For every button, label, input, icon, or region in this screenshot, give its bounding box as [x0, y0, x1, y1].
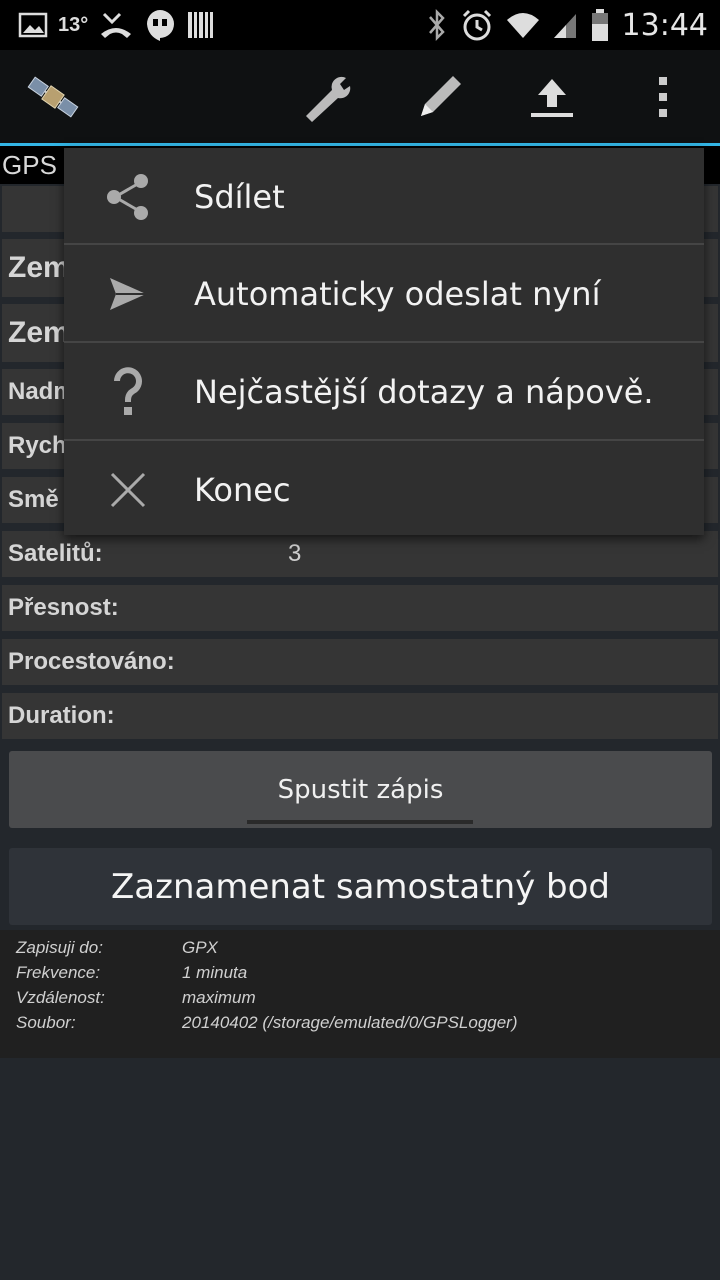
menu-item-faq[interactable]: Nejčastější dotazy a nápově.: [64, 343, 704, 440]
info-key: Frekvence:: [16, 963, 101, 982]
row-label: Rych: [8, 432, 67, 459]
row-label: Smě: [8, 486, 59, 513]
pencil-icon[interactable]: [405, 50, 475, 143]
start-logging-label: Spustit zápis: [277, 774, 444, 805]
barcode-icon: [186, 10, 214, 40]
row-label: Přesnost:: [8, 594, 119, 621]
overflow-menu-icon[interactable]: [630, 50, 696, 143]
menu-item-share[interactable]: Sdílet: [64, 148, 704, 245]
info-value: maximum: [182, 988, 256, 1007]
wrench-icon[interactable]: [292, 50, 362, 143]
status-bar: 13° 13:44: [0, 0, 720, 50]
menu-item-auto-send[interactable]: Automaticky odeslat nyní: [64, 245, 704, 342]
logging-info-panel: Zapisuji do: GPX Frekvence: 1 minuta Vzd…: [0, 930, 720, 1058]
row-label: Satelitů:: [8, 540, 103, 567]
info-value: 1 minuta: [182, 963, 248, 982]
row-value: 3: [288, 540, 302, 567]
action-bar: [0, 50, 720, 146]
bluetooth-icon: [426, 8, 448, 42]
send-icon: [100, 245, 156, 342]
share-icon: [100, 148, 156, 245]
close-icon: [100, 441, 156, 538]
battery-icon: [590, 8, 610, 42]
hangouts-icon: [144, 8, 176, 42]
menu-item-label: Automaticky odeslat nyní: [194, 274, 601, 313]
log-single-point-button[interactable]: Zaznamenat samostatný bod: [9, 848, 712, 925]
temperature-text: 13°: [58, 13, 89, 36]
accuracy-row: Přesnost:: [2, 585, 718, 631]
info-key: Vzdálenost:: [16, 988, 105, 1007]
help-icon: [100, 343, 156, 440]
row-label: Zem: [8, 316, 70, 349]
image-icon: [18, 12, 48, 38]
distance-row: Procestováno:: [2, 639, 718, 685]
upload-icon[interactable]: [517, 50, 587, 143]
overflow-menu: Sdílet Automaticky odeslat nyní Nejčastě…: [64, 148, 704, 535]
menu-item-label: Konec: [194, 470, 291, 509]
menu-item-label: Nejčastější dotazy a nápově.: [194, 372, 654, 411]
menu-item-label: Sdílet: [194, 177, 285, 216]
toggle-indicator: [247, 820, 473, 824]
info-key: Zapisuji do:: [16, 938, 103, 957]
missed-call-icon: [98, 10, 134, 40]
alarm-icon: [460, 8, 494, 42]
duration-row: Duration:: [2, 693, 718, 739]
info-key: Soubor:: [16, 1013, 76, 1032]
info-value: 20140402 (/storage/emulated/0/GPSLogger): [182, 1013, 518, 1032]
row-label: Procestováno:: [8, 648, 175, 675]
start-logging-button[interactable]: Spustit zápis: [9, 751, 712, 828]
signal-icon: [552, 10, 578, 40]
satellite-icon[interactable]: [18, 50, 88, 143]
row-label: Duration:: [8, 702, 115, 729]
clock-text: 13:44: [621, 7, 708, 43]
row-label: Zem: [8, 251, 70, 284]
info-value: GPX: [182, 938, 218, 957]
wifi-icon: [506, 10, 540, 40]
menu-item-exit[interactable]: Konec: [64, 441, 704, 538]
log-single-point-label: Zaznamenat samostatný bod: [110, 866, 611, 907]
